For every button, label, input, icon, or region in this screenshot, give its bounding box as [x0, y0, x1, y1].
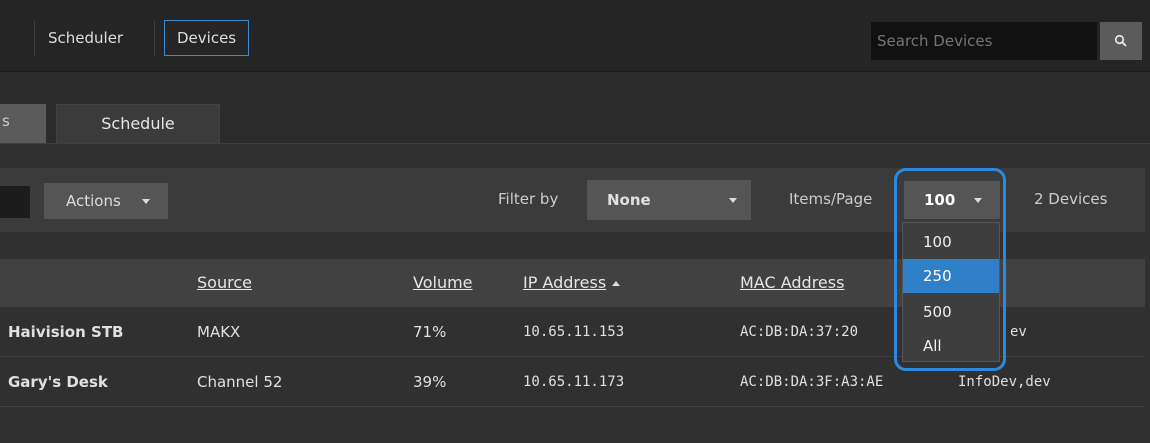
- nav-divider: [154, 20, 155, 56]
- cell-name[interactable]: Gary's Desk: [8, 373, 108, 391]
- filter-label: Filter by: [498, 190, 559, 208]
- chevron-down-icon: [142, 199, 150, 204]
- filter-value: None: [607, 191, 651, 209]
- nav-divider: [34, 20, 35, 56]
- cell-mac-address: AC:DB:DA:3F:A3:AE: [740, 374, 884, 390]
- cell-source: Channel 52: [197, 373, 283, 391]
- tab-label: s: [2, 112, 10, 130]
- cell-tags: ev: [1010, 324, 1027, 340]
- select-all-field[interactable]: [0, 186, 30, 218]
- highlight-callout: [894, 168, 1006, 371]
- column-header-label: IP Address: [523, 273, 607, 292]
- cell-ip-address: 10.65.11.153: [523, 324, 625, 340]
- chevron-down-icon: [729, 198, 737, 203]
- devices-count: 2 Devices: [1034, 190, 1108, 208]
- search-input[interactable]: [871, 22, 1097, 60]
- cell-tags: InfoDev,dev: [958, 374, 1051, 390]
- sort-ascending-icon: [612, 281, 621, 286]
- column-header-volume[interactable]: Volume: [413, 273, 473, 292]
- cell-source: MAKX: [197, 323, 241, 341]
- cell-ip-address: 10.65.11.173: [523, 374, 625, 390]
- cell-volume: 71%: [413, 323, 447, 341]
- column-header-ip-address[interactable]: IP Address: [523, 273, 621, 292]
- search-button[interactable]: [1100, 22, 1142, 60]
- nav-item-devices[interactable]: Devices: [164, 20, 250, 56]
- cell-mac-address: AC:DB:DA:37:20: [740, 324, 859, 340]
- tab-devices-partial[interactable]: s: [0, 104, 46, 144]
- column-header-mac-address[interactable]: MAC Address: [740, 273, 844, 292]
- search-icon: [1114, 34, 1127, 47]
- cell-name[interactable]: Haivision STB: [8, 323, 123, 341]
- nav-item-scheduler[interactable]: Scheduler: [36, 20, 135, 56]
- cell-volume: 39%: [413, 373, 447, 391]
- items-per-page-label: Items/Page: [789, 190, 873, 208]
- tab-schedule[interactable]: Schedule: [56, 104, 220, 144]
- column-header-source[interactable]: Source: [197, 273, 252, 292]
- actions-label: Actions: [66, 192, 121, 210]
- filter-select[interactable]: None: [587, 180, 751, 220]
- actions-button[interactable]: Actions: [44, 183, 168, 219]
